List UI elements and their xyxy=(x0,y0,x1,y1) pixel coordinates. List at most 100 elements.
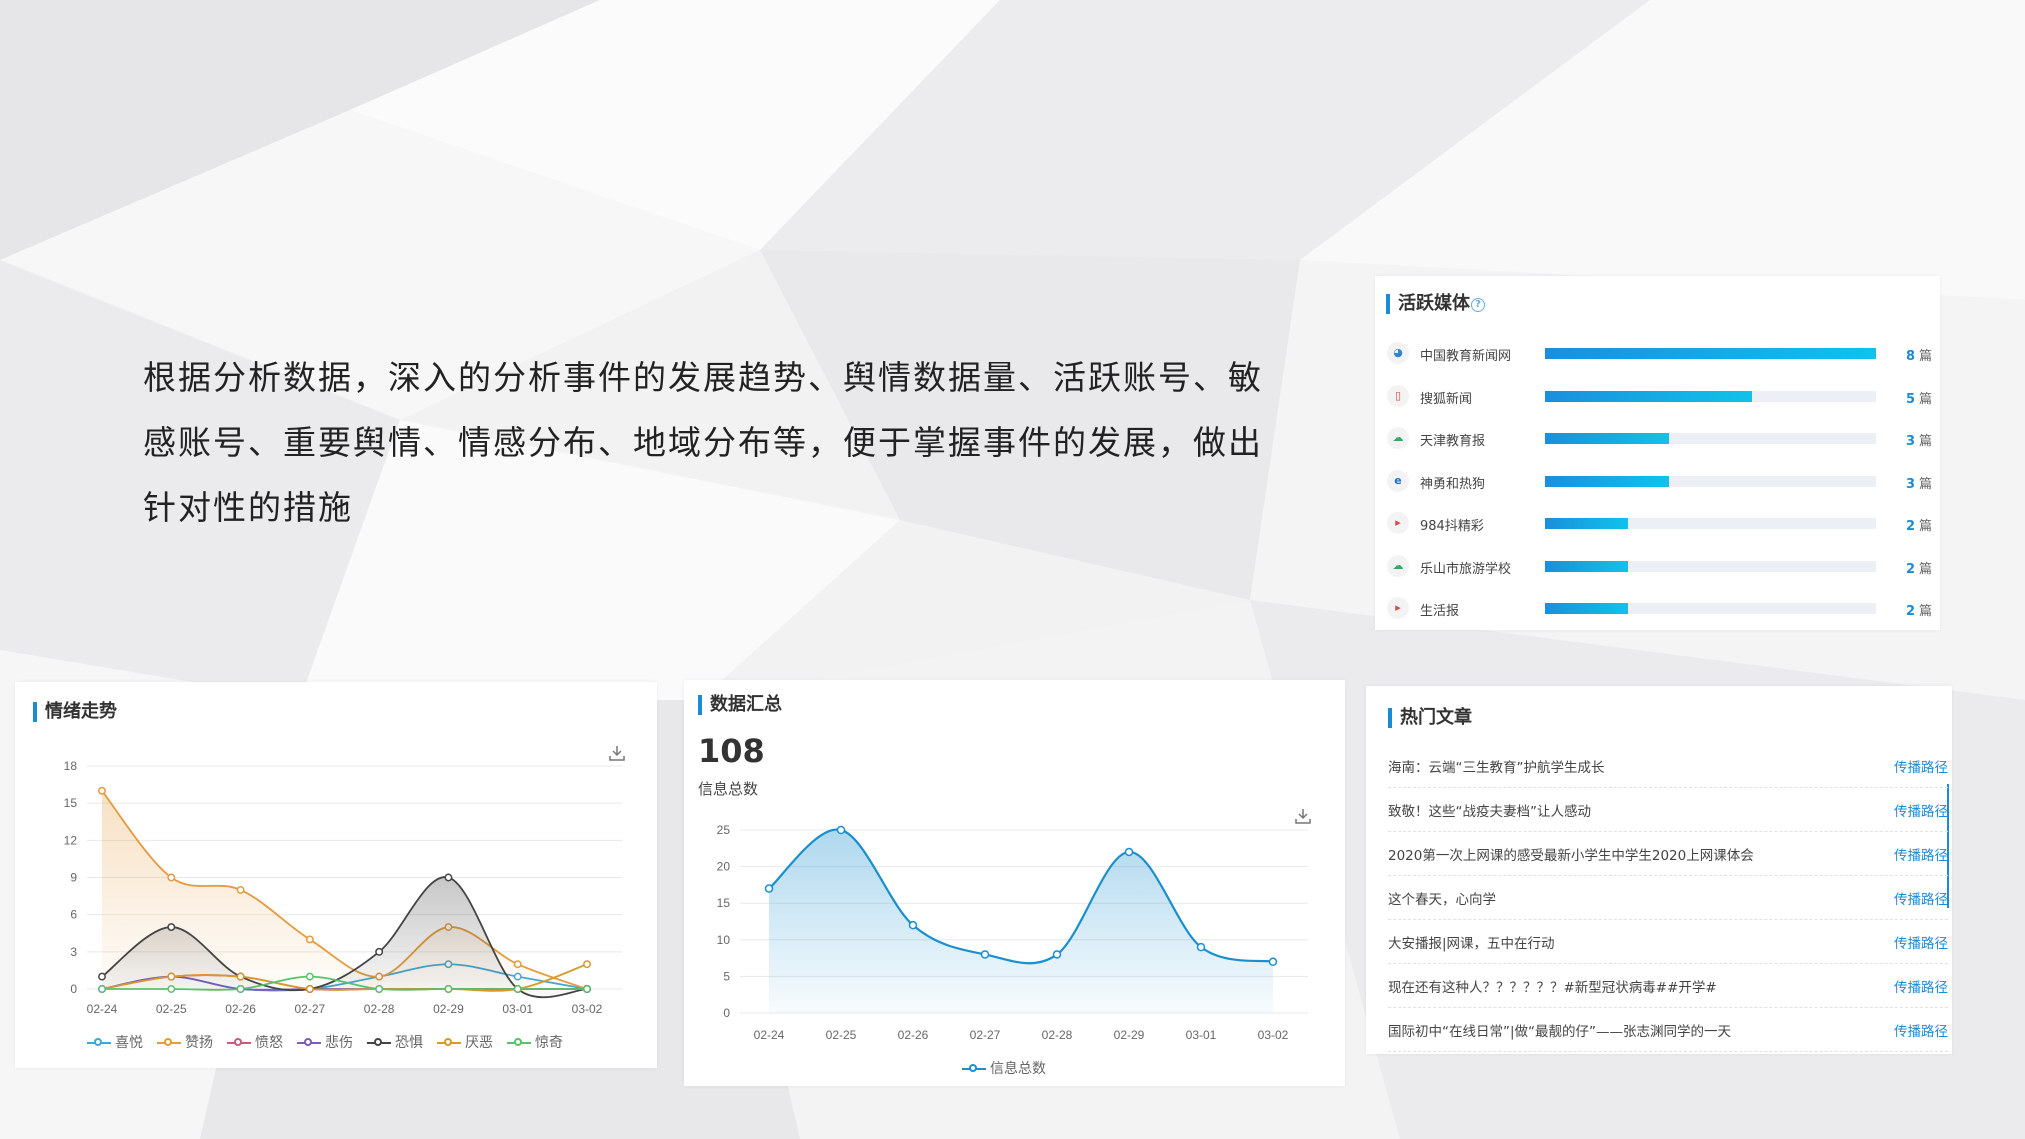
x-tick-label: 03-02 xyxy=(1258,1028,1289,1042)
legend-label: 厌恶 xyxy=(465,1035,493,1051)
media-bar-fill xyxy=(1545,348,1876,359)
propagation-path-link[interactable]: 传播路径 xyxy=(1894,756,1948,776)
y-tick-label: 6 xyxy=(70,908,77,922)
data-point xyxy=(513,960,522,969)
article-title[interactable]: 致敬！这些“战疫夫妻档”让人感动 xyxy=(1388,800,1591,820)
legend-item[interactable]: 喜悦 xyxy=(87,1032,143,1052)
article-title[interactable]: 现在还有这种人？？？？？？#新型冠状病毒##开学# xyxy=(1388,976,1717,996)
article-row[interactable]: 大安播报|网课，五中在行动 传播路径 xyxy=(1388,920,1948,964)
y-tick-label: 9 xyxy=(70,871,77,885)
propagation-path-link[interactable]: 传播路径 xyxy=(1894,800,1948,820)
media-count: 2篇 xyxy=(1906,558,1932,577)
article-title[interactable]: 大安播报|网课，五中在行动 xyxy=(1388,932,1555,952)
legend-item[interactable]: 愤怒 xyxy=(227,1032,283,1052)
media-bar-fill xyxy=(1545,603,1628,614)
legend-item[interactable]: 厌恶 xyxy=(437,1032,493,1052)
propagation-path-link[interactable]: 传播路径 xyxy=(1894,976,1948,996)
x-tick-label: 02-26 xyxy=(225,1002,256,1016)
media-name: 乐山市旅游学校 xyxy=(1420,561,1512,577)
data-point xyxy=(444,985,453,993)
media-count: 5篇 xyxy=(1906,388,1932,407)
x-tick-label: 02-25 xyxy=(156,1002,187,1016)
x-tick-label: 02-24 xyxy=(87,1002,118,1016)
media-row[interactable]: ☁ 天津教育报 3 篇 xyxy=(1387,421,1947,451)
phone-icon: ▯ xyxy=(1387,384,1409,407)
article-row[interactable]: 国际初中“在线日常”|做“最靓的仔”——张志渊同学的一天 传播路径 xyxy=(1388,1008,1948,1052)
media-bar-track xyxy=(1545,475,1876,487)
summary-chart: 0 5 10 15 20 25 02-24 02-25 02-26 02-27 02-28 02-29… xyxy=(717,823,1308,1042)
data-point xyxy=(1268,957,1278,967)
legend-label: 喜悦 xyxy=(115,1035,143,1051)
help-icon[interactable]: ? xyxy=(1471,298,1485,312)
media-count-unit: 篇 xyxy=(1918,604,1932,619)
article-row[interactable]: 这个春天，心向学 传播路径 xyxy=(1388,876,1948,920)
media-row[interactable]: ▸ 984抖精彩 2 篇 xyxy=(1387,506,1947,536)
active-media-title: 活跃媒体 xyxy=(1386,294,1470,314)
data-point xyxy=(98,972,106,981)
media-bar-track xyxy=(1545,348,1876,359)
data-point xyxy=(236,985,245,993)
legend-marker xyxy=(962,1064,986,1074)
legend-label: 恐惧 xyxy=(395,1035,423,1051)
x-tick-label: 02-27 xyxy=(295,1002,326,1016)
data-point xyxy=(98,985,106,993)
propagation-path-link[interactable]: 传播路径 xyxy=(1894,844,1948,864)
hot-articles-card: 热门文章 海南：云端“三生教育”护航学生成长 传播路径 致敬！这些“战疫夫妻档”让人… xyxy=(1366,686,1952,1054)
data-point xyxy=(513,985,522,993)
media-count-unit: 篇 xyxy=(1918,561,1932,577)
article-row[interactable]: 海南：云端“三生教育”护航学生成长 传播路径 xyxy=(1388,744,1948,788)
x-tick-label: 02-28 xyxy=(364,1002,395,1016)
y-tick-label: 10 xyxy=(717,933,731,947)
legend-marker xyxy=(87,1038,111,1048)
legend-item[interactable]: 惊奇 xyxy=(507,1032,563,1052)
data-point xyxy=(375,985,384,993)
legend-item[interactable]: 恐惧 xyxy=(367,1032,423,1052)
media-bar-track xyxy=(1545,603,1876,614)
legend-marker xyxy=(157,1038,181,1048)
legend-item[interactable]: 悲伤 xyxy=(297,1032,353,1052)
media-bar-fill xyxy=(1545,433,1670,444)
propagation-path-link[interactable]: 传播路径 xyxy=(1894,888,1948,908)
media-count-value: 8 xyxy=(1905,349,1915,364)
data-point xyxy=(305,972,314,981)
media-count: 2篇 xyxy=(1906,600,1932,619)
data-point xyxy=(764,884,774,893)
y-tick-label: 5 xyxy=(723,969,730,983)
data-point xyxy=(375,947,384,956)
emotion-trend-card: 情绪走势 0 3 6 9 12 15 18 02-24 02-25 02-26 02-27 02-28… xyxy=(15,682,657,1068)
media-row[interactable]: ▯ 搜狐新闻 5 篇 xyxy=(1387,379,1947,409)
data-point xyxy=(236,885,245,894)
media-row[interactable]: ☁ 乐山市旅游学校 2 篇 xyxy=(1387,549,1947,579)
y-tick-label: 3 xyxy=(70,945,77,959)
article-row[interactable]: 致敬！这些“战疫夫妻档”让人感动 传播路径 xyxy=(1388,788,1948,832)
media-count-unit: 篇 xyxy=(1918,434,1932,449)
article-row[interactable]: 2020第一次上网课的感受最新小学生中学生2020上网课体会 传播路径 xyxy=(1388,832,1948,876)
data-point xyxy=(98,786,106,795)
article-title[interactable]: 国际初中“在线日常”|做“最靓的仔”——张志渊同学的一天 xyxy=(1388,1020,1731,1040)
media-count: 2篇 xyxy=(1906,515,1932,534)
wechat-icon: ☁ xyxy=(1387,427,1409,449)
active-media-card: 活跃媒体 ? ◕ 中国教育新闻网 8 篇 ▯ 搜狐新闻 5 篇 ☁ 天津教育报 3 篇 e 神勇和热狗 3 篇… xyxy=(1375,276,1940,630)
media-row[interactable]: ◕ 中国教育新闻网 8 篇 xyxy=(1387,336,1947,366)
article-row[interactable]: 现在还有这种人？？？？？？#新型冠状病毒##开学# 传播路径 xyxy=(1388,964,1948,1008)
legend-item[interactable]: 赞扬 xyxy=(157,1032,213,1052)
media-count-value: 3 xyxy=(1905,476,1915,492)
article-title[interactable]: 2020第一次上网课的感受最新小学生中学生2020上网课体会 xyxy=(1388,844,1754,864)
legend-marker xyxy=(437,1038,461,1048)
media-bar-fill xyxy=(1545,475,1670,487)
media-count-value: 2 xyxy=(1905,519,1915,534)
intro-text: 根据分析数据，深入的分析事件的发展趋势、舆情数据量、活跃账号、敏感账号、重要舆情… xyxy=(143,358,1263,527)
media-row[interactable]: ▸ 生活报 2 篇 xyxy=(1387,591,1947,621)
article-title[interactable]: 这个春天，心向学 xyxy=(1388,888,1496,908)
propagation-path-link[interactable]: 传播路径 xyxy=(1894,932,1948,952)
media-count: 3篇 xyxy=(1906,473,1932,492)
article-title[interactable]: 海南：云端“三生教育”护航学生成长 xyxy=(1388,756,1605,776)
propagation-path-link[interactable]: 传播路径 xyxy=(1894,1020,1948,1040)
media-row[interactable]: e 神勇和热狗 3 篇 xyxy=(1387,464,1947,494)
emotion-chart: 0 3 6 9 12 15 18 02-24 02-25 02-26 02-27 02-28 02-29… xyxy=(64,759,622,1016)
y-tick-label: 0 xyxy=(70,982,77,996)
legend-marker xyxy=(297,1038,321,1048)
media-count-unit: 篇 xyxy=(1918,391,1932,407)
legend-item[interactable]: 信息总数 xyxy=(962,1058,1046,1078)
media-bar-track xyxy=(1545,390,1876,402)
